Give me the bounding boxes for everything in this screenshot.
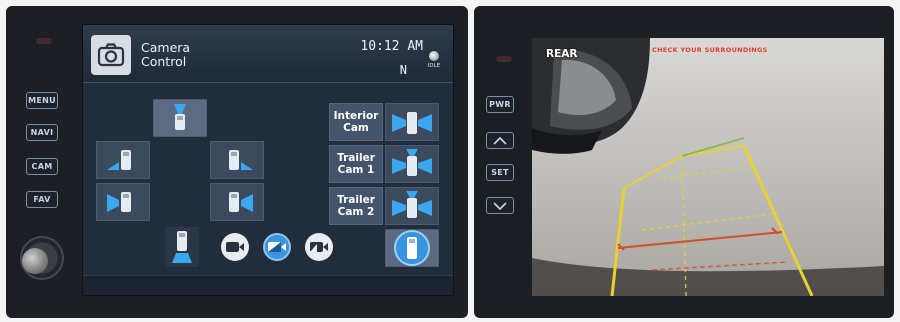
up-button[interactable]: [486, 132, 514, 149]
down-button[interactable]: [486, 197, 514, 214]
vehicle-round-icon[interactable]: [394, 230, 430, 266]
camera-split-icon: [268, 242, 286, 252]
trailer-cam-1-tile[interactable]: [385, 145, 439, 183]
screen-header: Camera Control 10:12 AM N IDLE: [83, 25, 453, 83]
power-led: [496, 56, 512, 62]
vehicle-camera-view-icon: [229, 150, 253, 170]
right-front-camera-tile[interactable]: [210, 141, 264, 179]
left-front-camera-tile[interactable]: [96, 141, 150, 179]
clock: 10:12 AM: [360, 39, 423, 54]
trailer-cam-2-label[interactable]: Trailer Cam 2: [329, 187, 383, 225]
chevron-down-icon: [493, 201, 507, 210]
rear-camera-view: REAR CHECK YOUR SURROUNDINGS: [532, 38, 884, 296]
chevron-up-icon: [493, 136, 507, 145]
vehicle-camera-view-icon: [392, 149, 432, 176]
vehicle-camera-view-icon: [392, 112, 432, 134]
screen-bottom-bar: [83, 275, 453, 295]
volume-knob[interactable]: [22, 248, 48, 274]
menu-button[interactable]: MENU: [26, 92, 58, 109]
trailer-cam-1-label[interactable]: Trailer Cam 1: [329, 145, 383, 183]
camera-control-screen: Camera Control 10:12 AM N IDLE Interior …: [82, 24, 454, 296]
vehicle-camera-view-icon: [107, 192, 131, 212]
cam-button[interactable]: CAM: [26, 158, 58, 175]
rear-camera-feed: [532, 38, 884, 296]
camera-fill-button[interactable]: [305, 233, 333, 261]
fav-button[interactable]: FAV: [26, 191, 58, 208]
interior-cam-label[interactable]: Interior Cam: [329, 103, 383, 141]
front-camera-tile[interactable]: [153, 99, 207, 137]
set-button[interactable]: SET: [486, 164, 514, 181]
vehicle-camera-view-icon: [174, 104, 186, 130]
idle-icon: [429, 51, 439, 61]
camera-record-button[interactable]: [221, 233, 249, 261]
camera-fill-icon: [310, 242, 328, 252]
surroundings-warning: CHECK YOUR SURROUNDINGS: [652, 46, 768, 54]
camera-split-button[interactable]: [263, 233, 291, 261]
camera-record-icon: [226, 242, 244, 252]
vehicle-camera-view-icon: [392, 191, 432, 218]
right-rear-camera-tile[interactable]: [210, 183, 264, 221]
vehicle-camera-view-icon: [107, 150, 131, 170]
trailer-cam-2-tile[interactable]: [385, 187, 439, 225]
vehicle-camera-view-icon: [229, 192, 253, 212]
idle-indicator: IDLE: [423, 51, 445, 75]
vehicle-round-tile[interactable]: [385, 229, 439, 267]
camera-icon[interactable]: [91, 35, 131, 75]
power-button[interactable]: PWR: [486, 96, 514, 113]
interior-cam-tile[interactable]: [385, 103, 439, 141]
left-rear-camera-tile[interactable]: [96, 183, 150, 221]
page-title: Camera Control: [141, 40, 191, 69]
status-led: [36, 38, 52, 44]
idle-label: IDLE: [427, 63, 441, 69]
top-view-button[interactable]: [165, 227, 199, 267]
top-view-icon: [172, 231, 192, 263]
compass-heading: N: [399, 63, 407, 77]
rear-label: REAR: [546, 48, 578, 60]
navi-button[interactable]: NAVI: [26, 124, 58, 141]
